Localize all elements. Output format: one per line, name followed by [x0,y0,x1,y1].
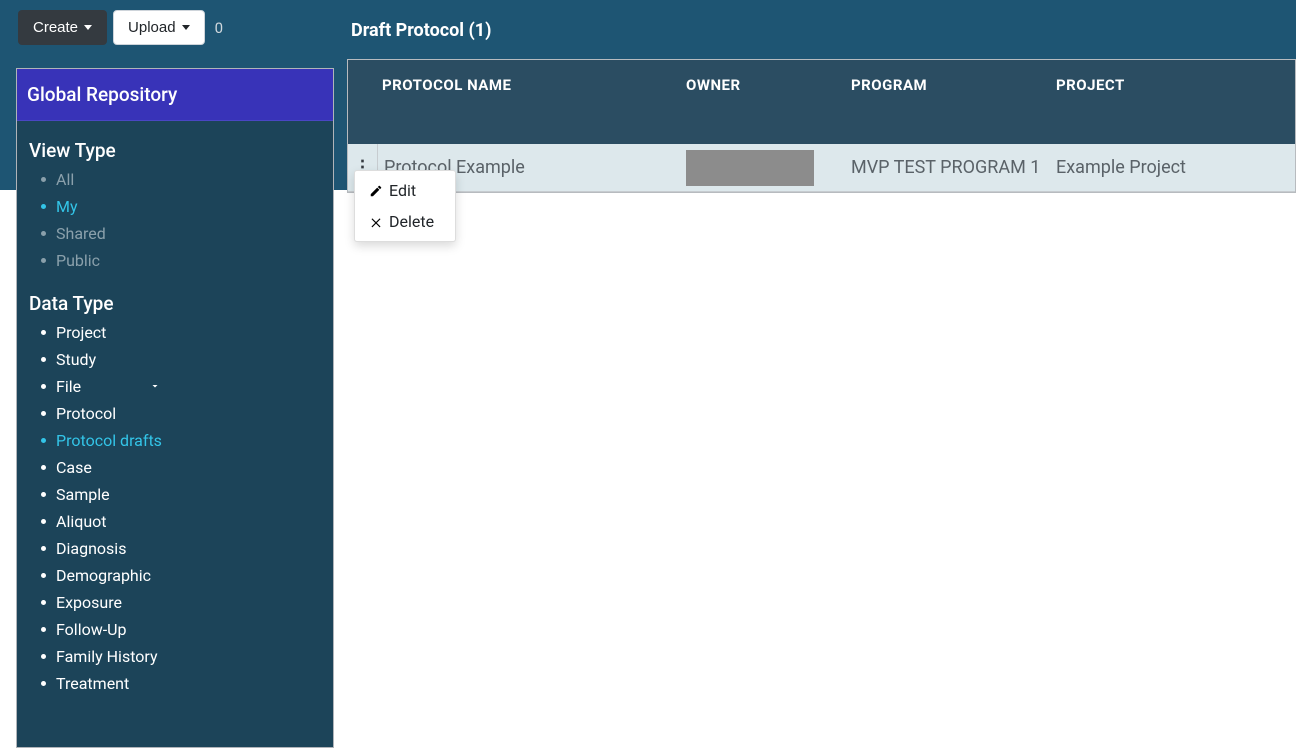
bullet-icon [41,231,46,236]
chevron-down-icon [149,377,161,396]
create-label: Create [33,19,78,36]
sidebar-item-follow-up[interactable]: Follow-Up [41,616,321,643]
view-type-list: All My Shared Public [41,166,321,274]
sidebar-item-study[interactable]: Study [41,346,321,373]
sidebar-item-shared[interactable]: Shared [41,220,321,247]
main-area: Draft Protocol (1) PROTOCOL NAME OWNER P… [347,0,1296,193]
sidebar-item-label: Aliquot [56,512,107,531]
sidebar-item-label: Diagnosis [56,539,126,558]
bullet-icon [41,357,46,362]
data-type-list: Project Study File Protocol Protocol dra… [41,319,321,697]
bullet-icon [41,681,46,686]
sidebar-item-public[interactable]: Public [41,247,321,274]
bullet-icon [41,492,46,497]
sidebar-item-label: Case [56,458,92,477]
data-type-title: Data Type [29,292,321,315]
menu-item-delete[interactable]: Delete [355,206,455,237]
upload-button[interactable]: Upload [113,10,205,45]
table-row[interactable]: ⋮ Protocol Example MVP TEST PROGRAM 1 Ex… [348,144,1295,192]
bullet-icon [41,465,46,470]
col-handle [348,60,378,144]
row-context-menu: Edit Delete [354,170,456,242]
caret-down-icon [182,25,190,30]
bullet-icon [41,519,46,524]
bullet-icon [41,600,46,605]
menu-item-label: Edit [389,181,416,200]
sidebar-header: Global Repository [17,69,333,121]
bullet-icon [41,204,46,209]
kebab-icon: ⋮ [354,166,372,170]
sidebar-item-label: Sample [56,485,110,504]
bullet-icon [41,627,46,632]
bullet-icon [41,654,46,659]
sidebar-item-my[interactable]: My [41,193,321,220]
cell-project: Example Project [1056,157,1295,178]
sidebar-body: View Type All My Shared Public Data Type… [17,121,333,717]
sidebar-item-label: Treatment [56,674,129,693]
bullet-icon [41,438,46,443]
cell-program: MVP TEST PROGRAM 1 [851,157,1056,178]
view-type-title: View Type [29,139,321,162]
bullet-icon [41,411,46,416]
close-icon [369,215,383,229]
col-program[interactable]: PROGRAM [851,60,1056,144]
sidebar-item-label: My [56,197,78,216]
caret-down-icon [84,25,92,30]
top-toolbar: Create Upload 0 [18,10,223,45]
col-protocol-name[interactable]: PROTOCOL NAME [378,60,686,144]
menu-item-label: Delete [389,212,434,231]
pencil-icon [369,184,383,198]
bullet-icon [41,330,46,335]
sidebar-item-label: Follow-Up [56,620,127,639]
sidebar-item-all[interactable]: All [41,166,321,193]
sidebar-item-label: Exposure [56,593,122,612]
sidebar-item-protocol[interactable]: Protocol [41,400,321,427]
sidebar-item-label: Family History [56,647,158,666]
toolbar-count: 0 [211,19,223,37]
sidebar-item-label: All [56,170,74,189]
menu-item-edit[interactable]: Edit [355,175,455,206]
sidebar-item-file[interactable]: File [41,373,321,400]
sidebar-item-project[interactable]: Project [41,319,321,346]
bullet-icon [41,384,46,389]
cell-owner [686,150,851,186]
sidebar-item-label: Protocol [56,404,116,423]
sidebar-item-label: Demographic [56,566,151,585]
bullet-icon [41,546,46,551]
sidebar-item-label: Public [56,251,100,270]
redacted-owner [686,150,814,186]
table-header: PROTOCOL NAME OWNER PROGRAM PROJECT [348,60,1295,144]
bullet-icon [41,177,46,182]
sidebar: Global Repository View Type All My Share… [16,68,334,748]
col-owner[interactable]: OWNER [686,60,851,144]
sidebar-item-protocol-drafts[interactable]: Protocol drafts [41,427,321,454]
sidebar-item-label: Study [56,350,96,369]
page-title: Draft Protocol (1) [347,0,1296,59]
sidebar-item-label: File [56,377,81,396]
sidebar-item-sample[interactable]: Sample [41,481,321,508]
upload-label: Upload [128,19,176,36]
sidebar-item-treatment[interactable]: Treatment [41,670,321,697]
sidebar-item-label: Protocol drafts [56,431,162,450]
sidebar-item-aliquot[interactable]: Aliquot [41,508,321,535]
sidebar-item-exposure[interactable]: Exposure [41,589,321,616]
data-table: PROTOCOL NAME OWNER PROGRAM PROJECT ⋮ Pr… [347,59,1296,193]
bullet-icon [41,573,46,578]
sidebar-item-case[interactable]: Case [41,454,321,481]
create-button[interactable]: Create [18,10,107,45]
sidebar-item-label: Shared [56,224,106,243]
sidebar-item-demographic[interactable]: Demographic [41,562,321,589]
bullet-icon [41,258,46,263]
sidebar-item-family-history[interactable]: Family History [41,643,321,670]
sidebar-item-diagnosis[interactable]: Diagnosis [41,535,321,562]
col-project[interactable]: PROJECT [1056,60,1295,144]
sidebar-item-label: Project [56,323,106,342]
